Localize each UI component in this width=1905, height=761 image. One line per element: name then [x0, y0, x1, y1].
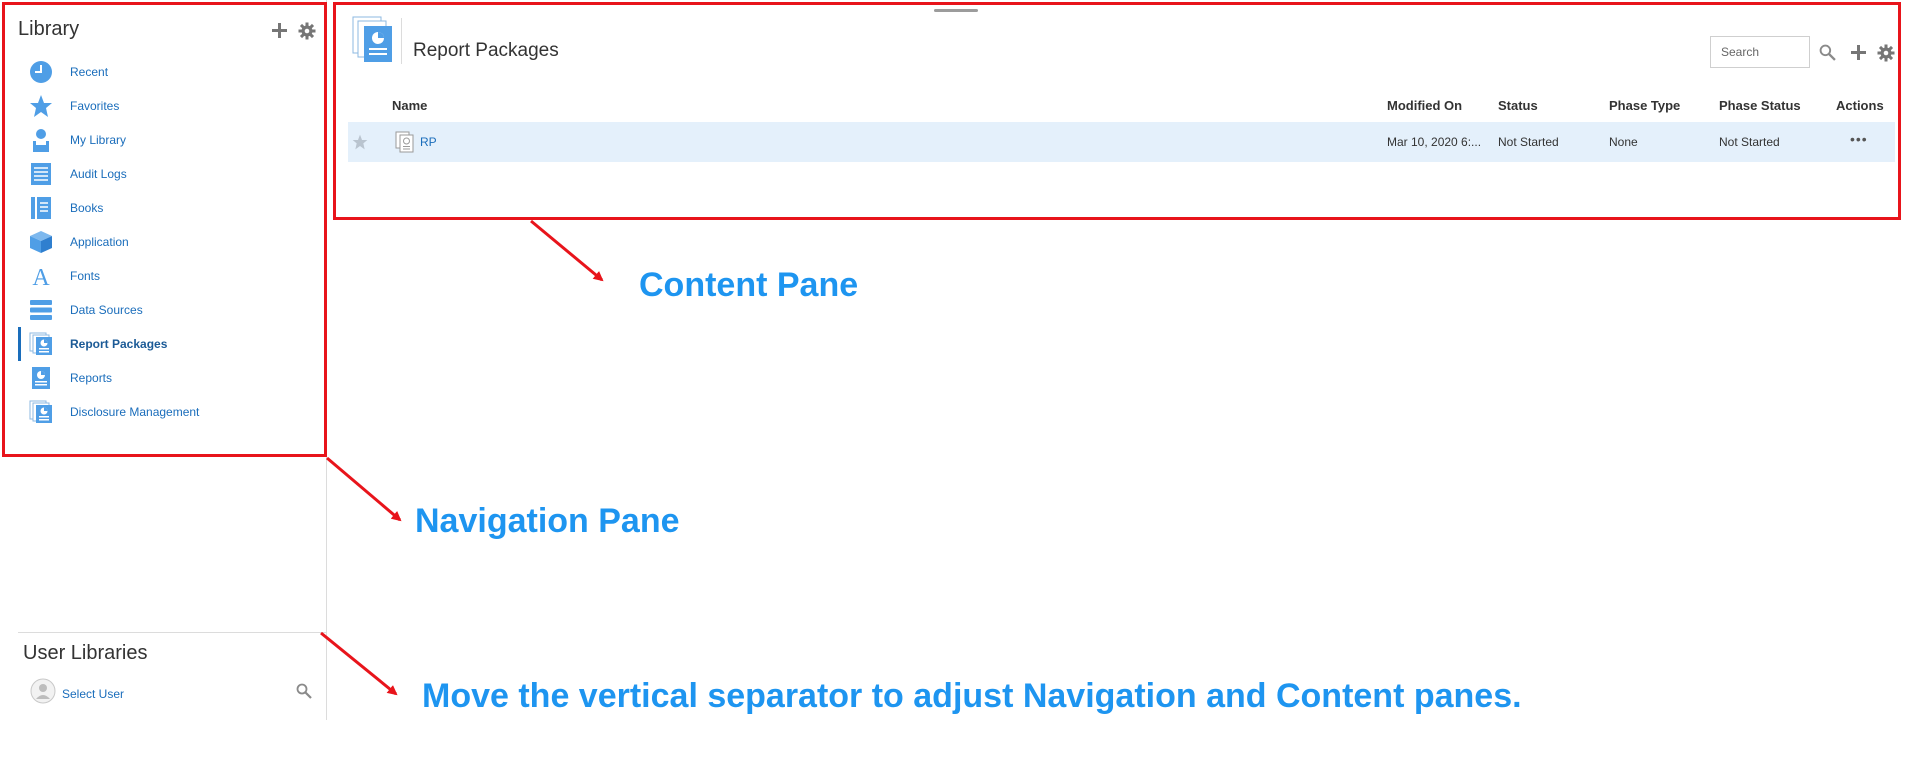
navigation-pane-annotation: Navigation Pane: [415, 502, 680, 540]
content-pane-arrow: [530, 219, 604, 282]
content-pane-annotation: Content Pane: [639, 266, 859, 304]
separator-arrow: [320, 631, 398, 696]
separator-annotation: Move the vertical separator to adjust Na…: [422, 677, 1522, 715]
annotation-arrows: [320, 219, 604, 696]
navigation-pane-arrow: [326, 456, 402, 522]
